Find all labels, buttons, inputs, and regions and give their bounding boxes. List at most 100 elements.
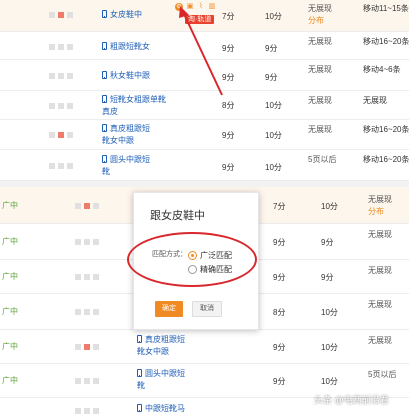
pc-rank: 5页以后 [308, 155, 337, 164]
mobile-icon [102, 42, 107, 50]
match-level: 广中 [2, 237, 18, 246]
status-square [84, 408, 90, 414]
keyword-link[interactable]: 真皮粗跟短 靴女中跟 [102, 123, 150, 147]
quality-score-2: 9分 [265, 44, 278, 53]
status-square [67, 163, 73, 169]
mobile-icon [137, 335, 142, 343]
pc-rank: 5页以后 [368, 370, 397, 379]
status-square [84, 344, 90, 350]
status-square [58, 103, 64, 109]
keyword-link[interactable]: 秋女鞋中跟 [102, 70, 150, 82]
keyword-table-top: 女皮鞋中 ⚙ ▣ ⌇ ▥ 淘·轨道 7分 10分 无展现 分布 移动11~15条 … [0, 0, 409, 181]
status-square [67, 103, 73, 109]
status-square [49, 44, 55, 50]
row-operations: ⚙ ▣ ⌇ ▥ [175, 3, 216, 13]
status-square [49, 12, 55, 18]
quality-score-2: 10分 [321, 343, 338, 352]
cancel-button[interactable]: 取消 [192, 301, 222, 317]
pc-rank: 无展现 分布 [308, 4, 332, 25]
table-row: 短靴女粗跟单靴 真皮 8分 10分 无展现 无展现 [0, 91, 409, 120]
quality-score-2: 10分 [265, 131, 282, 140]
quality-score: 9分 [222, 73, 235, 82]
quality-score-2: 10分 [265, 163, 282, 172]
track-tag[interactable]: 淘·轨道 [185, 15, 215, 24]
keyword-link[interactable]: 女皮鞋中 [102, 9, 142, 21]
mobile-rank: 移动11~15条 [363, 4, 409, 13]
status-square [75, 378, 81, 384]
mobile-icon [102, 10, 107, 18]
status-square [49, 73, 55, 79]
quality-score: 7分 [273, 202, 286, 211]
quality-score-2: 10分 [265, 101, 282, 110]
quality-score: 8分 [222, 101, 235, 110]
mobile-icon [102, 95, 107, 103]
mobile-icon [102, 124, 107, 132]
status-square [58, 44, 64, 50]
match-level: 广中 [2, 376, 18, 385]
quality-score: 9分 [222, 163, 235, 172]
quality-score: 9分 [222, 44, 235, 53]
table-row: 圆头中跟短靴 9分 10分 5页以后 移动16~20条 [0, 150, 409, 181]
status-square [75, 203, 81, 209]
mobile-rank: 移动16~20条 [363, 155, 409, 164]
status-square [93, 274, 99, 280]
match-level: 广中 [2, 307, 18, 316]
status-square [93, 344, 99, 350]
status-square [67, 44, 73, 50]
table-row: 粗跟短靴女 9分 9分 无展现 移动16~20条 [0, 32, 409, 60]
pc-rank: 无展现 分布 [368, 195, 392, 216]
quality-score-2: 9分 [265, 73, 278, 82]
table-row: 女皮鞋中 ⚙ ▣ ⌇ ▥ 淘·轨道 7分 10分 无展现 分布 移动11~15条 [0, 0, 409, 32]
delete-icon[interactable]: ▥ [208, 3, 216, 11]
status-square [93, 239, 99, 245]
quality-score-2: 9分 [321, 238, 334, 247]
status-square [67, 73, 73, 79]
status-square [93, 203, 99, 209]
status-square [67, 132, 73, 138]
keyword-link[interactable]: 圆头中跟短靴 [137, 368, 185, 392]
keyword-link[interactable]: 中跟短靴马 [137, 403, 185, 414]
quality-score: 9分 [273, 343, 286, 352]
quality-score: 9分 [273, 238, 286, 247]
confirm-button[interactable]: 确定 [155, 301, 183, 317]
match-level: 广中 [2, 342, 18, 351]
status-square [93, 378, 99, 384]
mobile-icon [137, 404, 142, 412]
quality-score-2: 9分 [321, 273, 334, 282]
watermark: 头条 @电商前沿君 [314, 395, 389, 405]
mobile-rank: 移动16~20条 [363, 125, 409, 134]
status-square [49, 132, 55, 138]
chart-icon[interactable]: ⌇ [197, 3, 205, 11]
quality-score: 9分 [273, 273, 286, 282]
copy-icon[interactable]: ▣ [186, 3, 194, 11]
keyword-link[interactable]: 真皮粗跟短 靴女中跟 [137, 334, 185, 358]
status-square [67, 12, 73, 18]
status-square [49, 103, 55, 109]
status-square [58, 163, 64, 169]
quality-score-2: 10分 [265, 12, 282, 21]
status-square [84, 309, 90, 315]
pc-rank: 无展现 [368, 266, 392, 275]
keyword-link[interactable]: 短靴女粗跟单靴 真皮 [102, 94, 166, 118]
table-row: 真皮粗跟短 靴女中跟 9分 10分 无展现 移动16~20条 [0, 120, 409, 150]
status-square [84, 203, 90, 209]
settings-icon[interactable]: ⚙ [175, 3, 183, 11]
pc-rank: 无展现 [308, 37, 332, 46]
status-square [84, 239, 90, 245]
mobile-icon [137, 369, 142, 377]
pc-rank: 无展现 [308, 125, 332, 134]
mobile-rank: 移动4~6条 [363, 65, 401, 74]
pc-rank: 无展现 [308, 96, 332, 105]
keyword-link[interactable]: 圆头中跟短靴 [102, 154, 150, 178]
mobile-rank: 移动16~20条 [363, 37, 409, 46]
quality-score-2: 10分 [321, 308, 338, 317]
status-square [58, 132, 64, 138]
status-square [75, 309, 81, 315]
pc-rank: 无展现 [368, 230, 392, 239]
status-square [84, 274, 90, 280]
keyword-link[interactable]: 粗跟短靴女 [102, 41, 150, 53]
dialog-title: 跟女皮鞋中 [150, 210, 205, 222]
pc-rank: 无展现 [368, 336, 392, 345]
table-row: 广中 真皮粗跟短 靴女中跟 9分 10分 无展现 [0, 330, 409, 364]
quality-score-2: 10分 [321, 377, 338, 386]
